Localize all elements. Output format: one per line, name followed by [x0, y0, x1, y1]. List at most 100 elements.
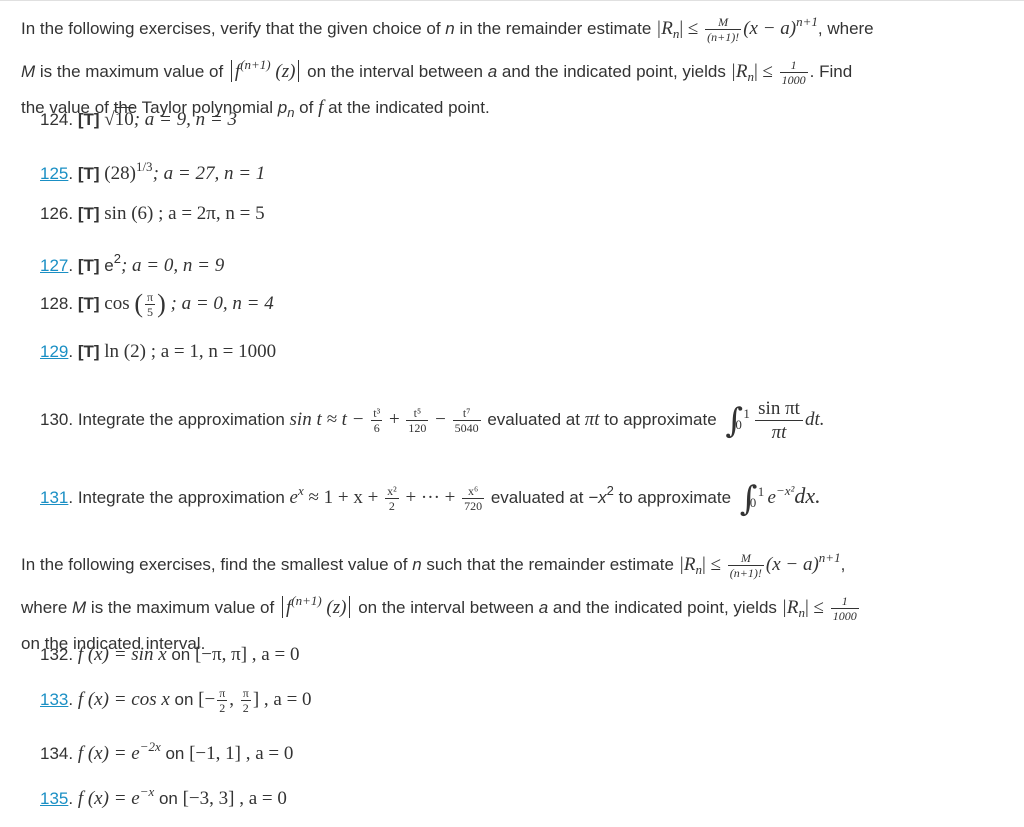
var-M: M [72, 598, 87, 617]
exercise-number: 130 [40, 409, 69, 429]
tech-tag: [T] [77, 164, 100, 183]
abs-bar [230, 60, 232, 82]
exercise-expr: ln (2) ; a = 1, n = 1000 [104, 341, 277, 362]
fraction: t⁵ 120 [406, 406, 429, 435]
var-a: a [538, 598, 549, 617]
text: on the interval between [353, 598, 539, 617]
exercise-129: 129. [T] ln (2) ; a = 1, n = 1000 [40, 341, 277, 362]
integral: ∫ 1 0 [739, 478, 765, 519]
exercise-link[interactable]: 129 [40, 342, 68, 361]
exercise-link[interactable]: 135 [40, 789, 68, 808]
differential: dx. [794, 483, 821, 508]
tech-tag: [T] [77, 256, 100, 275]
exercise-expr: ; a = 0, n = 9 [120, 255, 225, 276]
text: where [21, 598, 73, 617]
exercise-124: 124. [T] √10; a = 9, n = 3 [40, 107, 237, 130]
exponent: −2x [139, 739, 161, 754]
fraction: M (n+1)! [705, 15, 742, 45]
abs-bar [349, 596, 351, 618]
exercise-number: 128 [40, 294, 69, 313]
text: evaluated at [482, 409, 585, 429]
exercise-number: 134 [40, 744, 69, 763]
tech-tag: [T] [77, 294, 100, 313]
text: on the interval between [302, 62, 488, 81]
interval-expr: [− [198, 689, 216, 710]
text: evaluated at [486, 488, 589, 507]
function-name: cos [104, 293, 130, 314]
integrand-fraction: sin πt πt [755, 397, 803, 444]
exercise-link[interactable]: 133 [40, 690, 68, 709]
function-expr: f (x) = e [77, 788, 140, 809]
exercise-126: 126. [T] sin (6) ; a = 2π, n = 5 [40, 203, 265, 224]
exercise-expr: (28) [104, 163, 136, 184]
function-expr: f (x) = cos x [77, 689, 170, 710]
var-a: a [487, 62, 498, 81]
exercise-expr: sin (6) ; a = 2π, n = 5 [104, 203, 265, 224]
exponent: 2 [113, 251, 121, 266]
abs-bar [281, 596, 283, 618]
exercise-133: 133. f (x) = cos x on [− π 2, π 2] , a = 0 [40, 686, 312, 716]
text: , where [817, 19, 874, 38]
var-M: M [21, 62, 36, 81]
tech-tag: [T] [77, 110, 100, 129]
sqrt-expr: √10 [104, 107, 134, 130]
text: is the maximum value of [86, 598, 279, 617]
exercise-number: 126 [40, 204, 69, 223]
exercise-expr: ; a = 9, n = 3 [133, 109, 237, 130]
exercise-expr: ; a = 27, n = 1 [152, 163, 266, 184]
text: at the indicated point. [323, 98, 490, 117]
text: , [840, 555, 846, 574]
fraction: t⁷ 5040 [452, 406, 481, 435]
exercise-132: 132. f (x) = sin x on [−π, π] , a = 0 [40, 644, 300, 665]
text: . Find [809, 62, 853, 81]
exercise-135: 135. f (x) = e−x on [−3, 3] , a = 0 [40, 784, 287, 809]
text: to approximate [599, 409, 722, 429]
exercise-link[interactable]: 127 [40, 256, 68, 275]
var-n: n [412, 555, 422, 574]
var-n: n [445, 19, 455, 38]
text: is the maximum value of [35, 62, 228, 81]
eval-expr: πt [584, 408, 600, 430]
text: on [160, 744, 190, 763]
exercise-130: 130. Integrate the approximation sin t ≈… [40, 397, 825, 444]
text: and the indicated point, yields [548, 598, 782, 617]
exercise-134: 134. f (x) = e−2x on [−1, 1] , a = 0 [40, 739, 294, 764]
text: of [294, 98, 319, 117]
exercise-128: 128. [T] cos (π 5) ; a = 0, n = 4 [40, 289, 274, 320]
exponent: 1/3 [135, 159, 153, 174]
derivative-expr: f(n+1) (z) [234, 57, 296, 82]
text: such that the remainder estimate [421, 555, 679, 574]
interval-expr: [−3, 3] , a = 0 [182, 788, 287, 809]
fraction: t³ 6 [371, 406, 383, 435]
abs-bar [298, 60, 300, 82]
exercise-number: 132 [40, 645, 69, 664]
tech-tag: [T] [77, 342, 100, 361]
exercise-127: 127. [T] e2; a = 0, n = 9 [40, 251, 225, 276]
text: on [154, 789, 183, 808]
exercise-number: 124 [40, 110, 69, 129]
fraction: x⁶ 720 [462, 484, 485, 514]
text: Integrate the approximation [77, 409, 290, 429]
integrand: e [767, 487, 776, 508]
text: to approximate [613, 488, 736, 507]
approx-expr: ≈ 1 + x + [303, 487, 384, 508]
exercise-expr: e [104, 256, 114, 275]
text: . Integrate the approximation [68, 488, 290, 507]
text: In the following exercises, verify that … [21, 19, 446, 38]
exercise-link[interactable]: 125 [40, 164, 68, 183]
text: on [166, 645, 195, 664]
tech-tag: [T] [77, 204, 100, 223]
exercise-link[interactable]: 131 [40, 488, 68, 507]
exercise-131: 131. Integrate the approximation ex ≈ 1 … [40, 478, 821, 519]
fraction: x² 2 [385, 484, 399, 514]
integral: ∫ 1 0 [725, 400, 750, 441]
text: on [169, 690, 199, 709]
differential: dt. [804, 408, 825, 430]
exercise-125: 125. [T] (28)1/3; a = 27, n = 1 [40, 159, 266, 184]
function-expr: f (x) = e [77, 743, 140, 764]
remainder-estimate: |Rn| ≤ M (n+1)! (x − a)n+1 [656, 14, 818, 45]
derivative-expr: f(n+1) (z) [285, 593, 347, 618]
bound-expr: |Rn| ≤ 1 1000 [730, 58, 808, 88]
function-expr: f (x) = sin x [77, 644, 167, 665]
text: and the indicated point, yields [497, 62, 731, 81]
